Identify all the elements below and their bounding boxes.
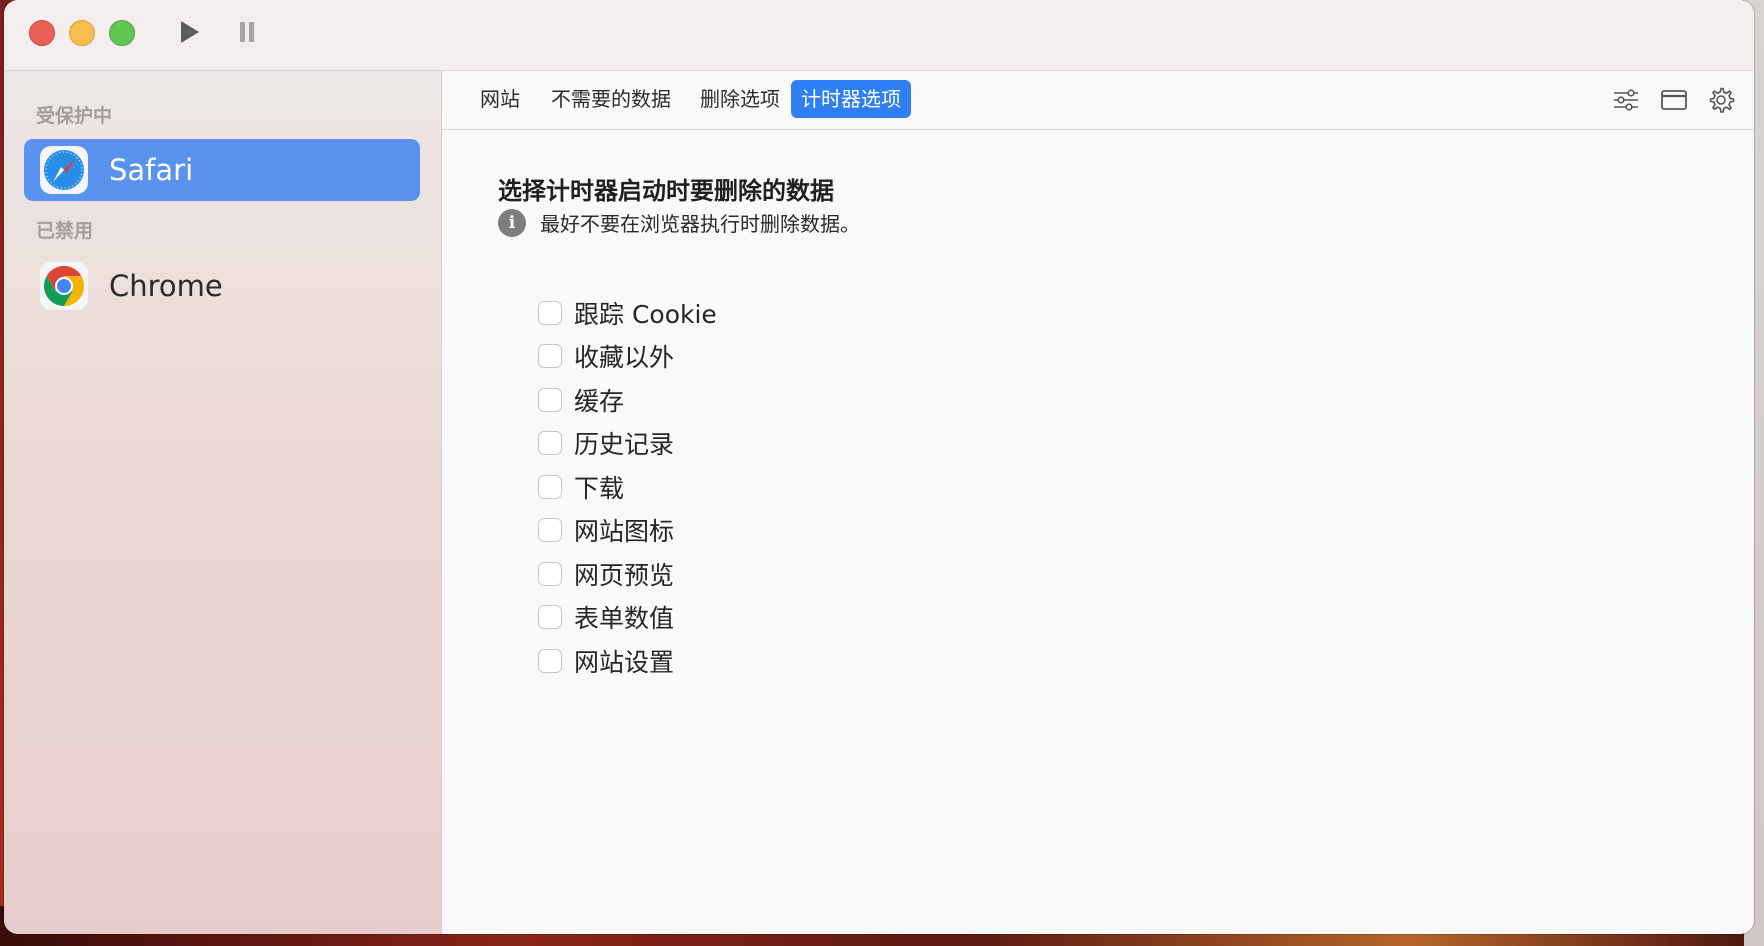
- checkbox[interactable]: [538, 561, 562, 586]
- tab-bar: 网站 不需要的数据 删除选项 计时器选项: [442, 71, 1754, 130]
- tab-websites[interactable]: 网站: [470, 80, 530, 118]
- option-label: 网站图标: [574, 517, 675, 547]
- tab-unneeded-data[interactable]: 不需要的数据: [541, 80, 681, 118]
- option-label: 表单数值: [574, 604, 675, 634]
- sidebar-item-label: Safari: [109, 153, 194, 187]
- sidebar-item-chrome[interactable]: Chrome: [24, 255, 420, 317]
- checkbox[interactable]: [538, 300, 562, 325]
- checkbox[interactable]: [538, 431, 562, 456]
- tab-timer-options[interactable]: 计时器选项: [791, 80, 911, 118]
- sidebar-item-safari[interactable]: Safari: [24, 139, 420, 201]
- sliders-icon[interactable]: [1609, 83, 1643, 117]
- option-label: 历史记录: [574, 430, 675, 460]
- section-label-disabled: 已禁用: [36, 220, 94, 242]
- window-icon[interactable]: [1657, 83, 1691, 117]
- close-window-button[interactable]: [29, 20, 55, 46]
- tab-delete-options[interactable]: 删除选项: [690, 80, 790, 118]
- checkbox[interactable]: [538, 474, 562, 499]
- option-label: 下载: [574, 473, 625, 503]
- play-icon: [181, 21, 199, 43]
- checkbox[interactable]: [538, 648, 562, 673]
- safari-icon: [39, 145, 89, 195]
- option-label: 缓存: [574, 386, 625, 416]
- option-favicons[interactable]: 网站图标: [538, 509, 717, 553]
- checkbox[interactable]: [538, 518, 562, 543]
- option-label: 网页预览: [574, 560, 675, 590]
- section-label-protected: 受保护中: [36, 105, 113, 127]
- checkbox[interactable]: [538, 387, 562, 412]
- pause-button[interactable]: [231, 16, 263, 48]
- sidebar: 受保护中 Safari 已禁用 Chrome: [4, 71, 442, 934]
- checkbox[interactable]: [538, 344, 562, 369]
- play-button[interactable]: [174, 16, 206, 48]
- option-list: 跟踪 Cookie 收藏以外 缓存 历史记录 下载 网站图标 网页预览 表单数值…: [538, 291, 717, 683]
- option-downloads[interactable]: 下载: [538, 465, 717, 509]
- chrome-icon: [39, 261, 89, 311]
- maximize-window-button[interactable]: [109, 20, 135, 46]
- option-site-settings[interactable]: 网站设置: [538, 639, 717, 683]
- main-panel: 网站 不需要的数据 删除选项 计时器选项 选择计时器启动时要删除的数据 i 最好…: [442, 71, 1754, 934]
- option-label: 网站设置: [574, 647, 675, 677]
- page-title: 选择计时器启动时要删除的数据: [498, 177, 834, 205]
- option-label: 收藏以外: [574, 343, 675, 373]
- info-note: i 最好不要在浏览器执行时删除数据。: [498, 208, 860, 237]
- option-cache[interactable]: 缓存: [538, 378, 717, 422]
- sidebar-item-label: Chrome: [109, 269, 223, 303]
- info-icon: i: [498, 208, 526, 237]
- app-window: 受保护中 Safari 已禁用 Chrome 网站 不需要的数据 删除选项 计时…: [4, 0, 1754, 934]
- option-form-values[interactable]: 表单数值: [538, 596, 717, 640]
- option-label: 跟踪 Cookie: [574, 299, 717, 329]
- title-bar: [4, 0, 1754, 71]
- option-page-previews[interactable]: 网页预览: [538, 552, 717, 596]
- minimize-window-button[interactable]: [69, 20, 95, 46]
- pause-icon: [240, 22, 254, 42]
- info-text: 最好不要在浏览器执行时删除数据。: [540, 212, 860, 236]
- option-non-favorites[interactable]: 收藏以外: [538, 335, 717, 379]
- checkbox[interactable]: [538, 605, 562, 630]
- option-history[interactable]: 历史记录: [538, 422, 717, 466]
- gear-icon[interactable]: [1704, 83, 1738, 117]
- option-tracking-cookie[interactable]: 跟踪 Cookie: [538, 291, 717, 335]
